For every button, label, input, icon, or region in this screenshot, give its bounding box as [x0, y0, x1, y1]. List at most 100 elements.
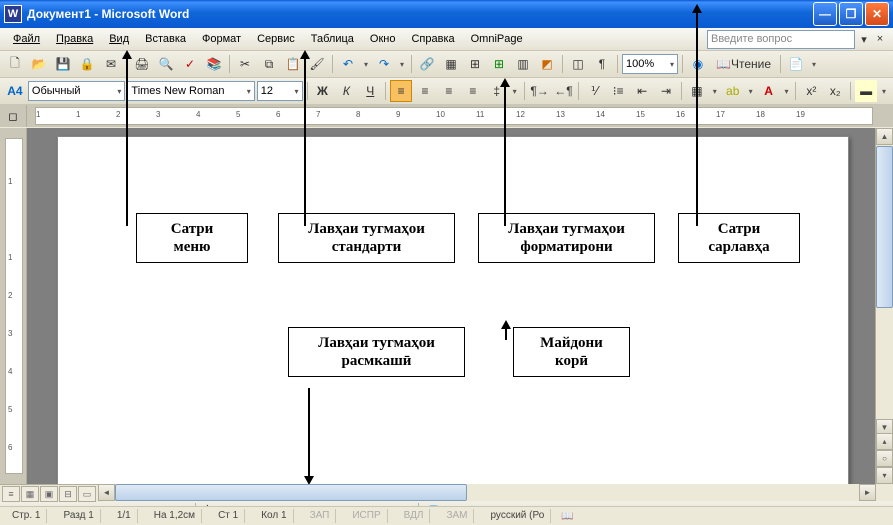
normal-view-icon[interactable]: ≡ [2, 486, 20, 502]
next-page-icon[interactable]: ▾ [876, 467, 893, 484]
bullets-icon[interactable]: ⁝≡ [607, 80, 629, 102]
numbering-icon[interactable]: ⅟ [583, 80, 605, 102]
prev-page-icon[interactable]: ▴ [876, 433, 893, 450]
minimize-button[interactable]: — [813, 2, 837, 26]
status-page: Стр. 1 [6, 509, 47, 523]
menu-close-icon[interactable]: × [873, 33, 887, 45]
redo-dropdown[interactable]: ▾ [397, 60, 407, 69]
scroll-up-icon[interactable]: ▲ [876, 128, 893, 145]
open-icon[interactable]: 📂 [28, 53, 50, 75]
menu-insert[interactable]: Вставка [138, 31, 193, 47]
print-icon[interactable]: 🖨 [131, 53, 153, 75]
showmarks-icon[interactable]: ¶ [591, 53, 613, 75]
scroll-left-icon[interactable]: ◄ [98, 484, 115, 501]
browse-object-icon[interactable]: ○ [876, 450, 893, 467]
print-view-icon[interactable]: ▣ [40, 486, 58, 502]
callout-draw[interactable]: Лавҳаи тугмаҳои расмкашӣ [288, 327, 465, 377]
undo-icon[interactable]: ↶ [337, 53, 359, 75]
vertical-scrollbar[interactable]: ▲ ▼ ▴ ○ ▾ [875, 128, 893, 484]
bold-icon[interactable]: Ж [312, 80, 334, 102]
callout-standard[interactable]: Лавҳаи тугмаҳои стандарти [278, 213, 455, 263]
excel-icon[interactable]: ⊞ [488, 53, 510, 75]
help-dropdown-icon[interactable]: ▾ [857, 33, 871, 46]
styles-pane-icon[interactable]: A4 [4, 80, 26, 102]
zoom-combo[interactable]: 100%▾ [622, 54, 678, 74]
callout-menu[interactable]: Сатри меню [136, 213, 248, 263]
tables-borders-icon[interactable]: ▦ [440, 53, 462, 75]
scroll-thumb[interactable] [876, 146, 893, 308]
fontcolor-icon[interactable]: A [758, 80, 780, 102]
spellcheck-icon[interactable]: ✓ [179, 53, 201, 75]
menu-view[interactable]: Вид [102, 31, 136, 47]
menu-format[interactable]: Формат [195, 31, 248, 47]
hscroll-thumb[interactable] [115, 484, 467, 501]
ltr-icon[interactable]: ¶→ [529, 80, 551, 102]
linespacing-icon[interactable]: ‡ [486, 80, 508, 102]
title-bar: W Документ1 - Microsoft Word — ❐ ✕ [0, 0, 893, 28]
menu-omnipage[interactable]: OmniPage [464, 31, 530, 47]
outdent-icon[interactable]: ⇤ [631, 80, 653, 102]
shading-icon[interactable]: ▬ [855, 80, 877, 102]
indent-icon[interactable]: ⇥ [655, 80, 677, 102]
help-icon[interactable]: ◉ [687, 53, 709, 75]
outline-view-icon[interactable]: ⊟ [59, 486, 77, 502]
align-right-icon[interactable]: ≡ [438, 80, 460, 102]
horizontal-scrollbar[interactable]: ◄ ► [98, 484, 876, 501]
docmap-icon[interactable]: ◫ [567, 53, 589, 75]
style-combo[interactable]: Обычный▾ [28, 81, 126, 101]
copy-icon[interactable]: ⧉ [258, 53, 280, 75]
callout-work[interactable]: Майдони корӣ [513, 327, 630, 377]
superscript-icon[interactable]: x² [800, 80, 822, 102]
drawing-icon[interactable]: ◩ [536, 53, 558, 75]
paste-icon[interactable]: 📋 [282, 53, 304, 75]
read-button[interactable]: 📖 Чтение [711, 53, 776, 75]
ruler-corner-icon[interactable]: ◻ [0, 105, 27, 127]
status-rec: ЗАП [304, 509, 337, 523]
subscript-icon[interactable]: x₂ [824, 80, 846, 102]
save-icon[interactable]: 💾 [52, 53, 74, 75]
page-content[interactable]: Сатри меню Лавҳаи тугмаҳои стандарти Лав… [118, 187, 788, 484]
undo-dropdown[interactable]: ▾ [361, 60, 371, 69]
menu-table[interactable]: Таблица [304, 31, 361, 47]
new-doc-icon[interactable]: 🗋 [4, 53, 26, 75]
reading-view-icon[interactable]: ▭ [78, 486, 96, 502]
fontsize-combo[interactable]: 12▾ [257, 81, 303, 101]
web-view-icon[interactable]: ▦ [21, 486, 39, 502]
scroll-right-icon[interactable]: ► [859, 484, 876, 501]
font-combo[interactable]: Times New Roman▾ [127, 81, 254, 101]
research-icon[interactable]: 📚 [203, 53, 225, 75]
hyperlink-icon[interactable]: 🔗 [416, 53, 438, 75]
menu-file[interactable]: Файл [6, 31, 47, 47]
horizontal-ruler[interactable]: 112345678910111213141516171819 [35, 107, 873, 125]
insert-table-icon[interactable]: ⊞ [464, 53, 486, 75]
columns-icon[interactable]: ▥ [512, 53, 534, 75]
status-book-icon[interactable]: 📖 [561, 511, 573, 522]
borders-icon[interactable]: ▦ [686, 80, 708, 102]
help-search-input[interactable]: Введите вопрос [707, 30, 855, 49]
cut-icon[interactable]: ✂ [234, 53, 256, 75]
vertical-ruler[interactable]: 1123456 [5, 138, 23, 474]
callout-format[interactable]: Лавҳаи тугмаҳои форматирони [478, 213, 655, 263]
redo-icon[interactable]: ↷ [373, 53, 395, 75]
menu-window[interactable]: Окно [363, 31, 403, 47]
email-icon[interactable]: ✉ [100, 53, 122, 75]
permission-icon[interactable]: 🔒 [76, 53, 98, 75]
callout-title[interactable]: Сатри сарлавҳа [678, 213, 800, 263]
omnipage-icon[interactable]: 📄 [785, 53, 807, 75]
menu-edit[interactable]: Правка [49, 31, 100, 47]
preview-icon[interactable]: 🔍 [155, 53, 177, 75]
status-col: Кол 1 [255, 509, 293, 523]
close-button[interactable]: ✕ [865, 2, 889, 26]
highlight-icon[interactable]: ab [722, 80, 744, 102]
maximize-button[interactable]: ❐ [839, 2, 863, 26]
format-painter-icon[interactable]: 🖌 [306, 53, 328, 75]
align-left-icon[interactable]: ≡ [390, 80, 412, 102]
align-justify-icon[interactable]: ≡ [462, 80, 484, 102]
menu-help[interactable]: Справка [404, 31, 461, 47]
rtl-icon[interactable]: ←¶ [552, 80, 574, 102]
underline-icon[interactable]: Ч [359, 80, 381, 102]
menu-tools[interactable]: Сервис [250, 31, 302, 47]
align-center-icon[interactable]: ≡ [414, 80, 436, 102]
italic-icon[interactable]: К [335, 80, 357, 102]
page[interactable]: Сатри меню Лавҳаи тугмаҳои стандарти Лав… [57, 136, 849, 484]
